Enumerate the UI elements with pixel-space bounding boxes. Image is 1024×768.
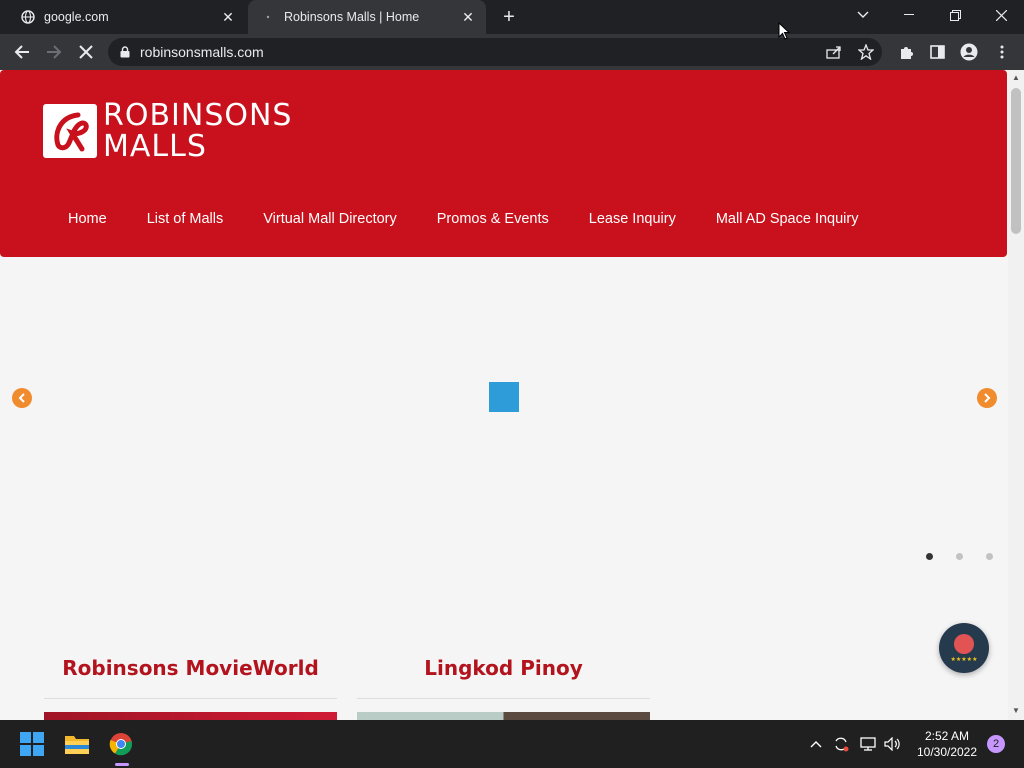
- nav-home[interactable]: Home: [48, 208, 127, 230]
- tab-title: Robinsons Malls | Home: [284, 10, 420, 24]
- logo-line-1: ROBINSONS: [103, 98, 293, 133]
- scroll-down-icon[interactable]: ▼: [1012, 707, 1020, 715]
- url-text: robinsonsmalls.com: [140, 44, 264, 60]
- tab-search-icon[interactable]: [840, 0, 886, 30]
- tab-title: google.com: [44, 10, 109, 24]
- nav-virtual-mall-directory[interactable]: Virtual Mall Directory: [243, 208, 417, 230]
- tab-google[interactable]: google.com ✕: [8, 0, 246, 34]
- logo-line-2: MALLS: [103, 129, 207, 164]
- feature-title[interactable]: Robinsons MovieWorld: [44, 656, 337, 680]
- notification-badge[interactable]: 2: [987, 735, 1005, 753]
- new-tab-button[interactable]: +: [498, 6, 520, 28]
- globe-icon: [20, 9, 36, 25]
- tray-overflow-chevron-icon[interactable]: [806, 734, 826, 754]
- movieworld-image[interactable]: [44, 712, 337, 720]
- tab-strip: google.com ✕ Robinsons Malls | Home ✕ +: [0, 0, 1024, 34]
- main-nav: Home List of Malls Virtual Mall Director…: [48, 208, 878, 230]
- logo-wordmark: ROBINSONS MALLS: [103, 100, 292, 162]
- slider-next-arrow-icon[interactable]: [977, 388, 997, 408]
- loading-dot-icon: [260, 9, 276, 25]
- windows-taskbar: 2:52 AM 10/30/2022 2: [0, 720, 1024, 768]
- file-explorer-icon[interactable]: [61, 728, 93, 760]
- profile-icon[interactable]: [955, 38, 983, 66]
- avatar-icon: [954, 633, 974, 654]
- sync-icon[interactable]: [831, 734, 851, 754]
- bookmark-star-icon[interactable]: [852, 38, 880, 66]
- clock-time: 2:52 AM: [924, 729, 970, 743]
- volume-icon[interactable]: [883, 734, 903, 754]
- stars-icon: ★★★★★: [950, 656, 978, 663]
- divider: [357, 698, 650, 699]
- slider-prev-arrow-icon[interactable]: [12, 388, 32, 408]
- back-button[interactable]: [8, 38, 36, 66]
- page-viewport: ROBINSONS MALLS Home List of Malls Virtu…: [0, 70, 1024, 720]
- hero-slider: [0, 257, 1007, 587]
- loading-spinner: [489, 382, 519, 412]
- forward-button[interactable]: [40, 38, 68, 66]
- close-window-button[interactable]: [978, 0, 1024, 30]
- lock-icon[interactable]: [120, 46, 130, 58]
- browser-toolbar: robinsonsmalls.com: [0, 34, 1024, 70]
- side-panel-icon[interactable]: [923, 38, 951, 66]
- site-header: ROBINSONS MALLS Home List of Malls Virtu…: [0, 70, 1007, 257]
- page-scrollbar[interactable]: ▲ ▼: [1008, 70, 1024, 720]
- divider: [44, 698, 337, 699]
- clock-date: 10/30/2022: [916, 745, 978, 759]
- system-clock[interactable]: 2:52 AM 10/30/2022: [910, 728, 984, 760]
- network-icon[interactable]: [858, 734, 878, 754]
- stop-loading-button[interactable]: [72, 38, 100, 66]
- address-bar[interactable]: robinsonsmalls.com: [108, 38, 882, 66]
- tab-robinsons[interactable]: Robinsons Malls | Home ✕: [248, 0, 486, 34]
- nav-list-of-malls[interactable]: List of Malls: [127, 208, 244, 230]
- slider-dot-2[interactable]: [956, 553, 963, 560]
- slider-dot-1[interactable]: [926, 553, 933, 560]
- slider-pagination: [926, 553, 1016, 560]
- close-tab-icon[interactable]: ✕: [458, 7, 478, 27]
- mouse-cursor-icon: [778, 22, 790, 40]
- windows-start-icon[interactable]: [16, 728, 48, 760]
- lingkod-pinoy-image[interactable]: [357, 712, 650, 720]
- scroll-up-icon[interactable]: ▲: [1012, 74, 1020, 82]
- nav-mall-ad-space-inquiry[interactable]: Mall AD Space Inquiry: [696, 208, 879, 230]
- close-tab-icon[interactable]: ✕: [218, 7, 238, 27]
- share-icon[interactable]: [820, 38, 848, 66]
- nav-lease-inquiry[interactable]: Lease Inquiry: [569, 208, 696, 230]
- chrome-taskbar-icon[interactable]: [105, 728, 137, 760]
- restore-button[interactable]: [932, 0, 978, 30]
- active-app-indicator: [115, 763, 129, 766]
- minimize-button[interactable]: [886, 0, 932, 30]
- logo-r-icon: [43, 104, 97, 158]
- menu-kebab-icon[interactable]: [988, 38, 1016, 66]
- robinsons-malls-logo[interactable]: ROBINSONS MALLS: [43, 100, 292, 162]
- feature-card-lingkod-pinoy[interactable]: Lingkod Pinoy: [357, 656, 650, 720]
- feature-title[interactable]: Lingkod Pinoy: [357, 656, 650, 680]
- slider-dot-3[interactable]: [986, 553, 993, 560]
- rating-widget[interactable]: ★★★★★: [939, 623, 989, 673]
- scroll-thumb[interactable]: [1011, 88, 1021, 234]
- extensions-icon[interactable]: [892, 38, 920, 66]
- feature-card-movieworld[interactable]: Robinsons MovieWorld: [44, 656, 337, 720]
- nav-promos-events[interactable]: Promos & Events: [417, 208, 569, 230]
